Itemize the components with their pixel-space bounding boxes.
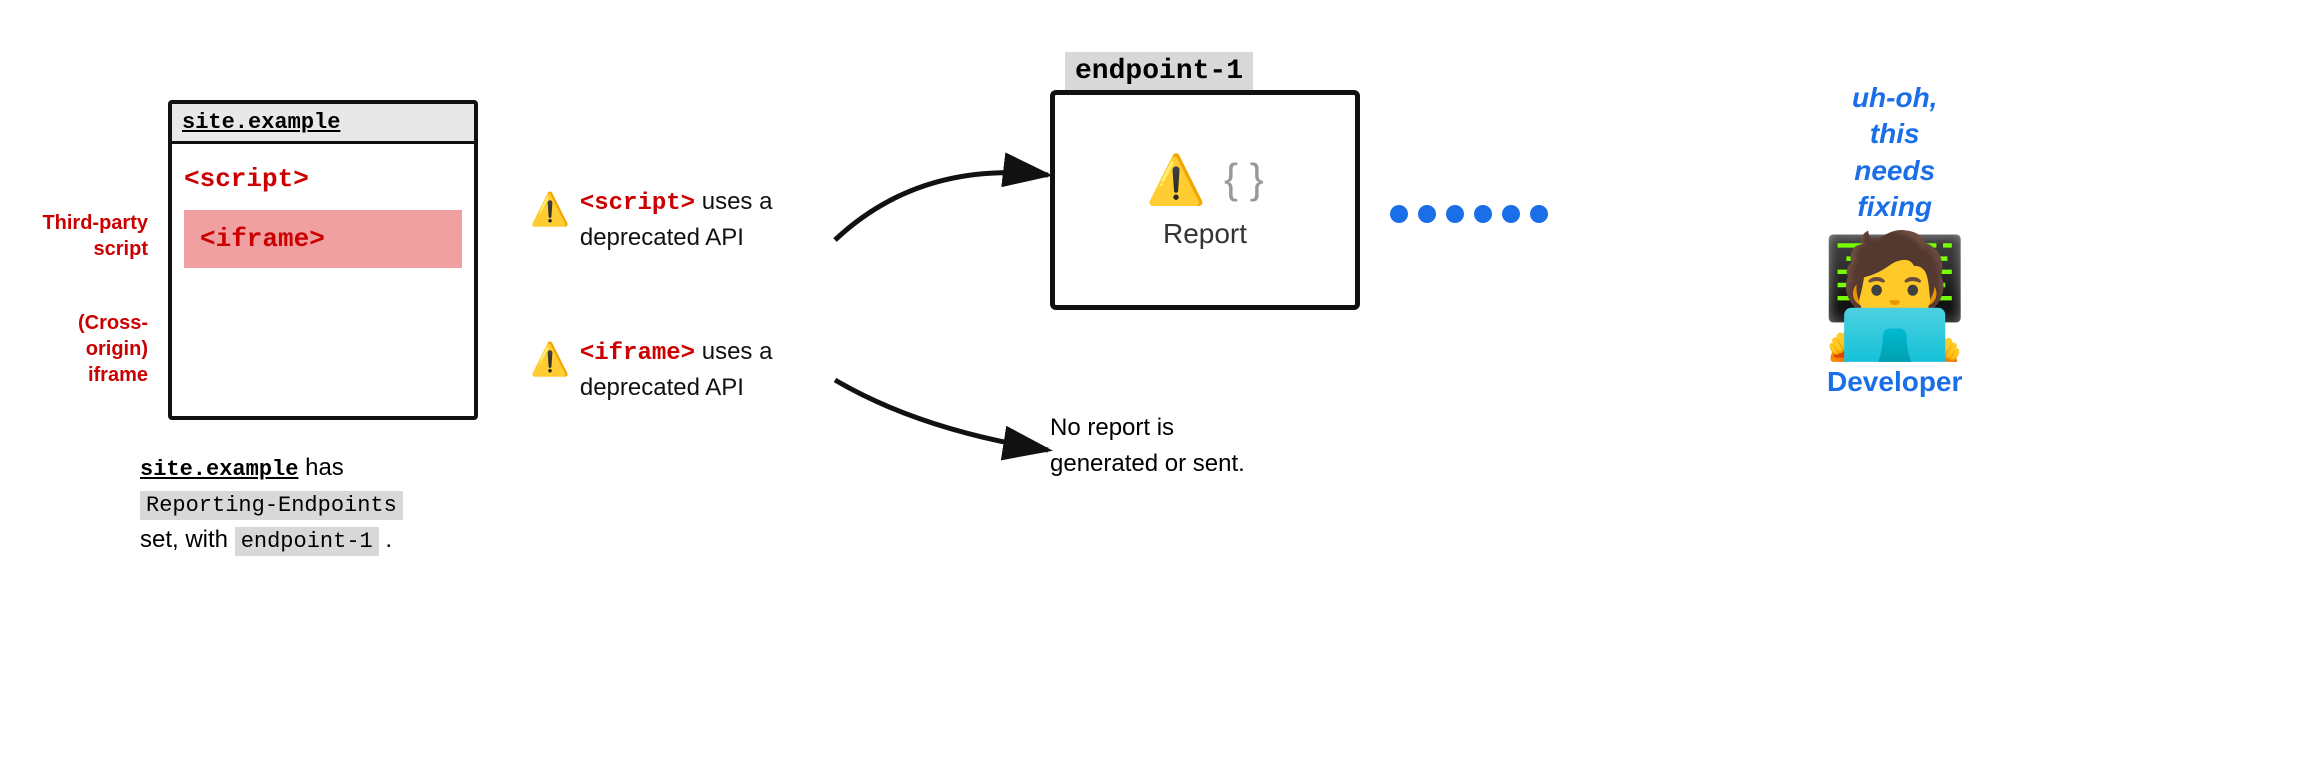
warning-icon-1: ⚠️ [530, 187, 570, 232]
dot-6 [1530, 205, 1548, 223]
warning-icon-endpoint: ⚠️ [1146, 151, 1206, 208]
dotted-line [1390, 205, 1548, 223]
uh-oh-text: uh-oh,thisneedsfixing [1852, 80, 1938, 226]
dot-3 [1446, 205, 1464, 223]
diagram: Third-party script (Cross-origin)iframe … [0, 0, 2324, 762]
browser-title: site.example [172, 104, 474, 144]
endpoint-icons: ⚠️ { } [1146, 151, 1264, 208]
developer-section: uh-oh,thisneedsfixing 🧑‍💻 Developer [1820, 80, 1969, 398]
cross-origin-label: (Cross-origin)iframe [18, 310, 148, 388]
dot-2 [1418, 205, 1436, 223]
dot-1 [1390, 205, 1408, 223]
json-icon: { } [1224, 155, 1264, 203]
report-label: Report [1163, 218, 1247, 250]
warning-text-1: <script> uses adeprecated API [580, 185, 773, 254]
dot-4 [1474, 205, 1492, 223]
warning-icon-2: ⚠️ [530, 337, 570, 382]
warning-text-2: <iframe> uses adeprecated API [580, 335, 773, 404]
warning-iframe: ⚠️ <iframe> uses adeprecated API [530, 335, 772, 404]
developer-label: Developer [1827, 366, 1962, 398]
iframe-tag: <iframe> [184, 210, 462, 268]
dot-5 [1502, 205, 1520, 223]
no-report-text: No report isgenerated or sent. [1050, 410, 1245, 482]
description-text: site.example has Reporting-Endpoints set… [140, 450, 403, 558]
endpoint-label: endpoint-1 [1065, 52, 1253, 91]
script-tag: <script> [184, 156, 462, 202]
third-party-label: Third-party script [18, 210, 148, 262]
endpoint-box: ⚠️ { } Report [1050, 90, 1360, 310]
browser-box: site.example <script> <iframe> [168, 100, 478, 420]
developer-emoji: 🧑‍💻 [1820, 236, 1969, 356]
warning-script: ⚠️ <script> uses adeprecated API [530, 185, 772, 254]
